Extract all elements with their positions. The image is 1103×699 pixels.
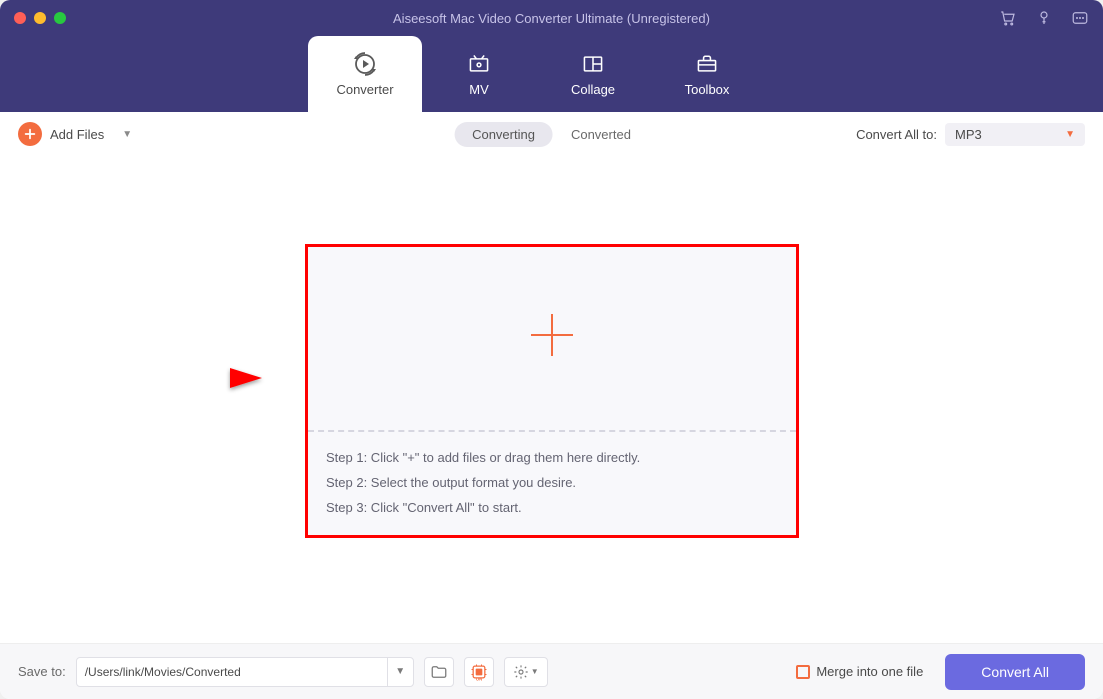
maximize-window-button[interactable] xyxy=(54,12,66,24)
tab-converted[interactable]: Converted xyxy=(553,122,649,147)
cart-icon[interactable] xyxy=(999,9,1017,27)
tab-collage[interactable]: Collage xyxy=(536,36,650,112)
minimize-window-button[interactable] xyxy=(34,12,46,24)
mv-icon xyxy=(465,52,493,76)
collage-icon xyxy=(579,52,607,76)
merge-label: Merge into one file xyxy=(816,664,923,679)
title-icons xyxy=(999,9,1089,27)
tab-collage-label: Collage xyxy=(571,82,615,97)
top-nav: Converter MV Collage Toolbox xyxy=(0,36,1103,112)
chevron-down-icon: ▼ xyxy=(531,667,539,676)
bottombar: Save to: /Users/link/Movies/Converted ▼ … xyxy=(0,643,1103,699)
tab-toolbox-label: Toolbox xyxy=(685,82,730,97)
dropzone-top xyxy=(308,247,796,432)
step-1: Step 1: Click "+" to add files or drag t… xyxy=(326,450,778,465)
tab-mv-label: MV xyxy=(469,82,489,97)
converter-icon xyxy=(351,52,379,76)
add-files-label: Add Files xyxy=(50,127,104,142)
tab-converter-label: Converter xyxy=(336,82,393,97)
toolbox-icon xyxy=(693,52,721,76)
convert-all-button[interactable]: Convert All xyxy=(945,654,1085,690)
settings-button[interactable]: ▼ xyxy=(504,657,548,687)
tab-mv[interactable]: MV xyxy=(422,36,536,112)
open-folder-button[interactable] xyxy=(424,657,454,687)
output-format-value: MP3 xyxy=(955,127,982,142)
dropzone[interactable]: Step 1: Click "+" to add files or drag t… xyxy=(305,244,799,538)
svg-text:ON: ON xyxy=(476,676,482,681)
menu-icon[interactable] xyxy=(1071,9,1089,27)
window-title: Aiseesoft Mac Video Converter Ultimate (… xyxy=(0,11,1103,26)
subbar: Add Files ▼ Converting Converted Convert… xyxy=(0,112,1103,156)
close-window-button[interactable] xyxy=(14,12,26,24)
traffic-lights xyxy=(14,12,66,24)
add-file-plus-button[interactable] xyxy=(527,310,577,367)
dropzone-steps: Step 1: Click "+" to add files or drag t… xyxy=(308,432,796,535)
checkbox-icon xyxy=(796,665,810,679)
add-files-button[interactable]: Add Files ▼ xyxy=(18,122,132,146)
step-2: Step 2: Select the output format you des… xyxy=(326,475,778,490)
step-3: Step 3: Click "Convert All" to start. xyxy=(326,500,778,515)
segment-tabs: Converting Converted xyxy=(454,122,649,147)
app-window: Aiseesoft Mac Video Converter Ultimate (… xyxy=(0,0,1103,699)
output-format-select[interactable]: MP3 ▼ xyxy=(945,123,1085,146)
titlebar: Aiseesoft Mac Video Converter Ultimate (… xyxy=(0,0,1103,36)
save-to-path-text: /Users/link/Movies/Converted xyxy=(77,665,387,679)
chevron-down-icon: ▼ xyxy=(387,658,413,686)
tab-converter[interactable]: Converter xyxy=(308,36,422,112)
save-to-label: Save to: xyxy=(18,664,66,679)
tab-converting[interactable]: Converting xyxy=(454,122,553,147)
chevron-down-icon: ▼ xyxy=(1065,129,1075,140)
convert-all-to-label: Convert All to: xyxy=(856,127,937,142)
chevron-down-icon: ▼ xyxy=(122,129,132,140)
merge-checkbox[interactable]: Merge into one file xyxy=(796,664,923,679)
convert-all-to-group: Convert All to: MP3 ▼ xyxy=(856,123,1085,146)
tab-toolbox[interactable]: Toolbox xyxy=(650,36,764,112)
key-icon[interactable] xyxy=(1035,9,1053,27)
plus-icon xyxy=(18,122,42,146)
save-to-path-select[interactable]: /Users/link/Movies/Converted ▼ xyxy=(76,657,414,687)
main-area: Step 1: Click "+" to add files or drag t… xyxy=(0,156,1103,643)
arrow-annotation xyxy=(122,364,272,398)
gpu-acceleration-button[interactable]: ON xyxy=(464,657,494,687)
